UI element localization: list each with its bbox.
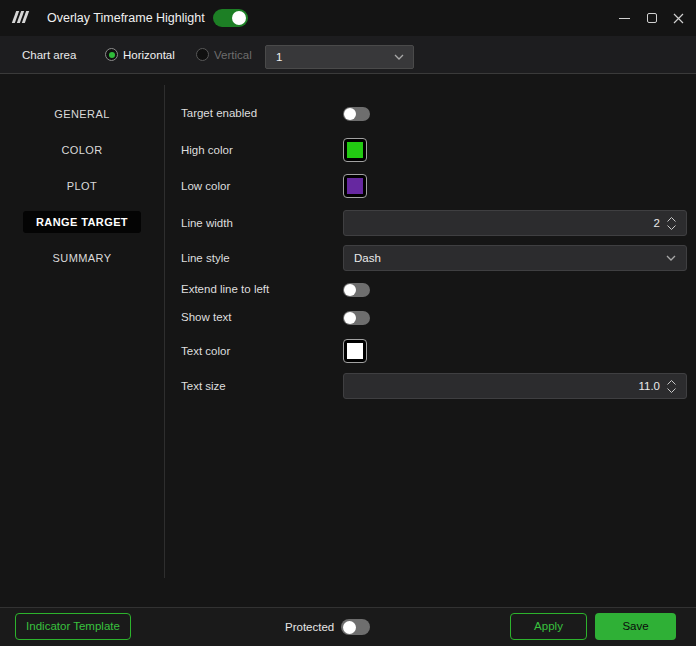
spinner-icon[interactable]	[666, 216, 677, 231]
protected-toggle[interactable]	[341, 619, 370, 635]
high-color-swatch[interactable]	[343, 138, 367, 162]
maximize-button[interactable]	[638, 0, 666, 36]
sidebar-item-general[interactable]: GENERAL	[0, 103, 164, 125]
indicator-enabled-toggle[interactable]	[213, 9, 248, 27]
protected-label: Protected	[285, 608, 334, 646]
line-style-dropdown[interactable]: Dash	[343, 245, 687, 271]
title-bar: Overlay Timeframe Highlight	[0, 0, 696, 36]
footer-bar: Indicator Template Protected Apply Save	[0, 607, 696, 646]
low-color-swatch[interactable]	[343, 174, 367, 198]
maximize-icon	[647, 13, 657, 23]
sidebar-item-range-target[interactable]: RANGE TARGET	[0, 211, 164, 233]
sidebar-divider	[164, 85, 165, 578]
extend-line-label: Extend line to left	[181, 283, 269, 295]
sidebar-item-summary[interactable]: SUMMARY	[0, 247, 164, 269]
high-color-label: High color	[181, 144, 233, 156]
radio-horizontal[interactable]	[105, 48, 118, 61]
dialog-window: Overlay Timeframe Highlight Chart area H…	[0, 0, 696, 646]
show-text-label: Show text	[181, 311, 232, 323]
close-icon	[673, 13, 684, 24]
line-style-label: Line style	[181, 252, 230, 264]
target-enabled-toggle[interactable]	[343, 107, 370, 121]
text-color-label: Text color	[181, 345, 230, 357]
app-logo-icon	[14, 11, 34, 24]
text-size-label: Text size	[181, 380, 226, 392]
radio-vertical-label[interactable]: Vertical	[214, 36, 252, 74]
target-enabled-label: Target enabled	[181, 107, 257, 119]
sidebar-item-plot[interactable]: PLOT	[0, 175, 164, 197]
minimize-icon	[619, 18, 630, 19]
toggle-knob	[232, 11, 246, 25]
minimize-button[interactable]	[610, 0, 638, 36]
chart-area-bar: Chart area Horizontal Vertical 1	[0, 36, 696, 74]
apply-button[interactable]: Apply	[510, 613, 587, 640]
close-button[interactable]	[664, 0, 692, 36]
line-width-label: Line width	[181, 217, 233, 229]
save-button[interactable]: Save	[595, 613, 676, 640]
chart-area-label: Chart area	[22, 36, 76, 74]
line-width-input[interactable]: 2	[343, 210, 687, 236]
sidebar-item-color[interactable]: COLOR	[0, 139, 164, 161]
low-color-label: Low color	[181, 180, 230, 192]
window-title: Overlay Timeframe Highlight	[47, 0, 205, 36]
indicator-template-button[interactable]: Indicator Template	[15, 613, 131, 640]
radio-vertical[interactable]	[196, 48, 209, 61]
spinner-icon[interactable]	[666, 379, 677, 394]
text-size-input[interactable]: 11.0	[343, 373, 687, 399]
show-text-toggle[interactable]	[343, 311, 370, 325]
radio-horizontal-label[interactable]: Horizontal	[123, 36, 175, 74]
dropdown-value: 1	[276, 46, 282, 68]
chevron-down-icon	[394, 54, 404, 60]
chart-area-dropdown[interactable]: 1	[265, 45, 414, 69]
text-color-swatch[interactable]	[343, 339, 367, 363]
extend-line-toggle[interactable]	[343, 283, 370, 297]
chevron-down-icon	[666, 255, 676, 261]
